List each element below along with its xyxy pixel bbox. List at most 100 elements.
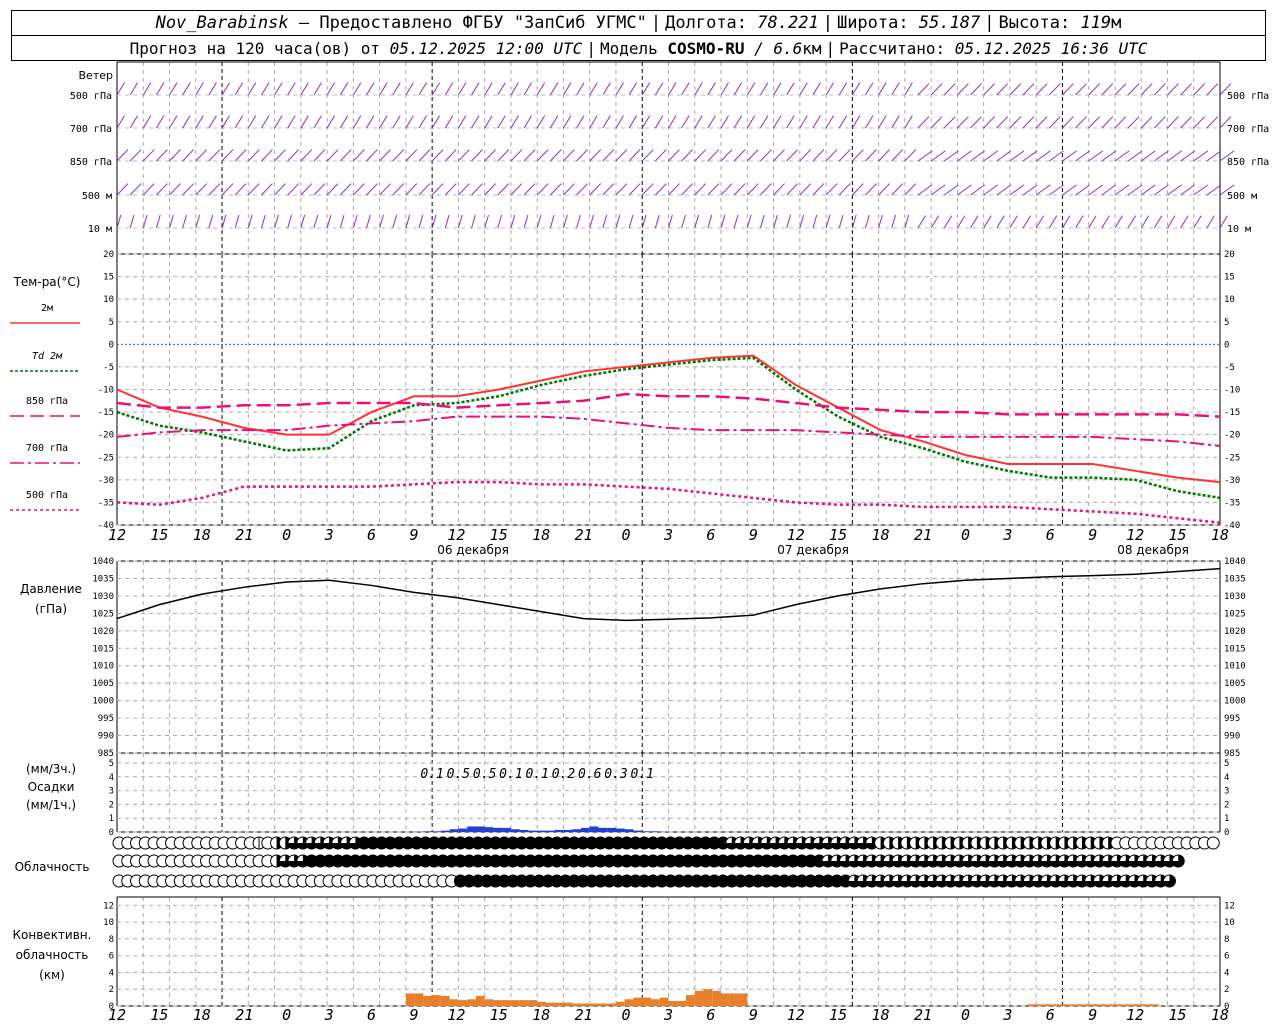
temp-legend-label: Td 2м <box>32 351 63 362</box>
wind-barb <box>786 214 791 229</box>
wind-barb <box>1154 184 1169 196</box>
wind-barb <box>536 82 546 96</box>
temp-xtick: 15 <box>829 526 847 544</box>
temp-ytick: -5 <box>103 363 114 373</box>
wind-barb <box>1127 150 1143 162</box>
precip-bar <box>458 828 468 832</box>
temp-ytick-right: 15 <box>1224 273 1235 283</box>
wind-barb <box>1140 83 1153 96</box>
wind-barb <box>155 115 165 129</box>
wind-barb <box>300 214 306 229</box>
pressure-ytick-right: 990 <box>1224 732 1240 742</box>
wind-barb <box>1101 184 1117 196</box>
wind-barb <box>983 116 996 129</box>
precip-3h-label: 0.5 <box>447 767 471 782</box>
conv-bar-small <box>1114 1004 1124 1006</box>
wind-barb <box>733 82 743 96</box>
wind-barb <box>786 115 795 129</box>
wind-barb <box>418 82 427 96</box>
conv-ytick: 10 <box>103 918 114 928</box>
wind-barb <box>956 215 966 229</box>
conv-ytick: 0 <box>109 1002 114 1012</box>
temp-xtick: 21 <box>235 526 253 544</box>
conv-bar-small <box>1062 1004 1072 1006</box>
wind-barb <box>576 149 588 162</box>
wind-barb <box>431 214 437 229</box>
conv-bar <box>633 997 643 1006</box>
wind-barb <box>471 149 483 162</box>
wind-barb <box>615 82 624 96</box>
wind-barb <box>1062 215 1071 229</box>
wind-level-label-right: 500 гПа <box>1227 91 1269 102</box>
temp-legend-label: 500 гПа <box>26 490 68 501</box>
wind-barb <box>523 115 533 129</box>
wind-barb <box>287 82 296 96</box>
wind-barb <box>339 149 352 162</box>
wind-barb <box>1114 83 1127 96</box>
wind-barb <box>1101 116 1114 129</box>
conv-xtick: 6 <box>367 1006 376 1024</box>
wind-barb <box>431 115 441 129</box>
wind-barb <box>1035 116 1048 129</box>
wind-barb <box>1088 150 1104 162</box>
precip-bar <box>475 826 485 832</box>
wind-barb <box>405 82 414 96</box>
wind-barb <box>1206 83 1219 96</box>
wind-barb <box>615 214 621 229</box>
temp-legend-label: 700 гПа <box>26 443 68 454</box>
temp-ytick: 5 <box>109 318 114 328</box>
wind-barb <box>379 115 388 129</box>
wind-barbs <box>116 82 1235 229</box>
wind-barb <box>156 149 168 162</box>
wind-barb <box>497 82 506 96</box>
wind-barb <box>746 82 756 96</box>
wind-barb <box>851 82 861 96</box>
temp-ytick-right: -30 <box>1224 476 1240 486</box>
temp-xtick: 0 <box>622 526 631 544</box>
temp-xtick: 18 <box>532 526 550 544</box>
wind-barb <box>707 82 716 96</box>
wind-barb <box>234 115 244 129</box>
wind-barb <box>799 214 805 229</box>
conv-xtick: 18 <box>532 1006 550 1024</box>
wind-level-label: 500 гПа <box>70 91 112 102</box>
precip-bar <box>545 830 555 832</box>
wind-barb <box>326 183 339 196</box>
temp-xtick: 12 <box>108 526 126 544</box>
wind-barb <box>589 214 595 229</box>
wind-barb <box>602 82 611 96</box>
wind-barb <box>746 149 759 162</box>
wind-barb <box>523 183 536 196</box>
precip-ytick: 1 <box>109 814 114 824</box>
conv-ytick: 8 <box>109 935 114 945</box>
wind-barb <box>983 83 996 96</box>
conv-xtick: 12 <box>1126 1006 1144 1024</box>
wind-level-label: 500 м <box>82 191 112 202</box>
wind-barb <box>1075 150 1090 162</box>
pressure-ytick-right: 1035 <box>1224 574 1246 584</box>
conv-xtick: 18 <box>193 1006 211 1024</box>
wind-barb <box>812 214 818 229</box>
conv-xtick: 6 <box>706 1006 715 1024</box>
wind-barb <box>694 82 703 96</box>
wind-barb <box>563 115 572 129</box>
wind-barb <box>129 149 142 162</box>
wind-barb <box>169 214 174 229</box>
temp-ytick: 10 <box>103 295 114 305</box>
wind-barb <box>1022 215 1031 229</box>
pressure-ytick: 1010 <box>92 662 114 672</box>
wind-barb <box>195 149 208 162</box>
wind-barb <box>838 149 851 162</box>
wind-barb <box>1088 83 1101 96</box>
wind-barb <box>379 149 391 162</box>
wind-barb <box>851 149 864 162</box>
precip-bar <box>484 827 494 832</box>
wind-barb <box>917 150 933 162</box>
temp-xtick: 6 <box>1046 526 1055 544</box>
wind-barb <box>352 82 362 96</box>
wind-barb <box>116 183 129 196</box>
wind-barb <box>720 82 729 96</box>
precip-ytick: 4 <box>109 773 114 783</box>
conv-ytick-right: 4 <box>1224 968 1229 978</box>
wind-barb <box>930 150 946 162</box>
